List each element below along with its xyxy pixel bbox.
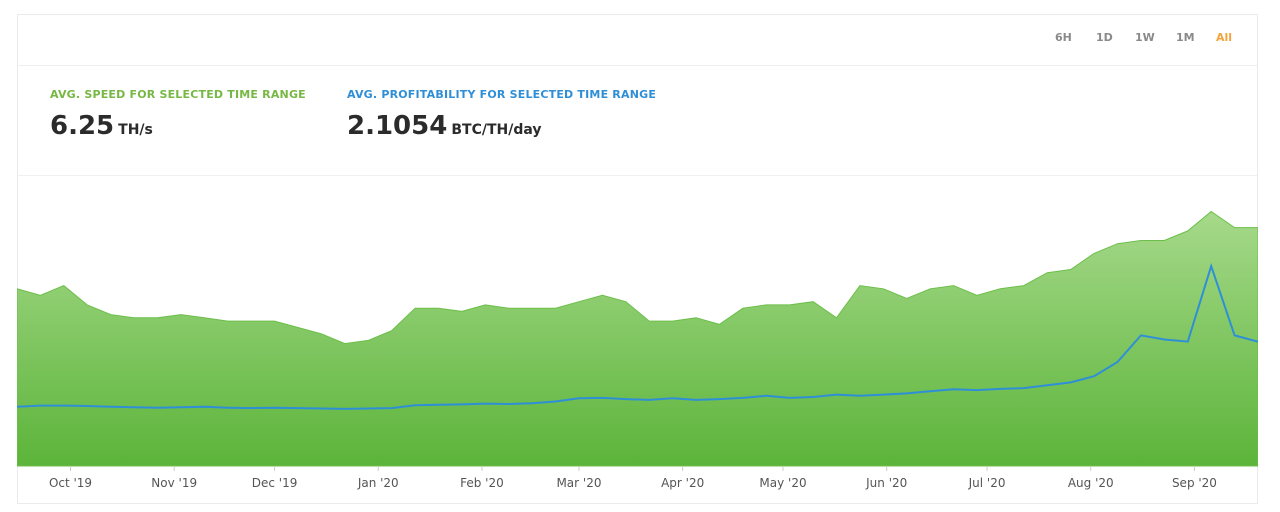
range-button-1d[interactable]: 1D	[1096, 31, 1113, 44]
x-tick-label: Feb '20	[460, 476, 504, 490]
x-tick-label: Jun '20	[865, 476, 907, 490]
hashrate-profitability-chart: Oct '19 Nov '19 Dec '19 Jan '20 Feb '20 Mar '…	[17, 210, 1258, 490]
avg-profitability-unit: BTC/TH/day	[451, 122, 542, 138]
avg-speed-label: AVG. SPEED FOR SELECTED TIME RANGE	[50, 88, 306, 101]
range-button-1m[interactable]: 1M	[1176, 31, 1195, 44]
avg-speed-value: 6.25	[50, 111, 115, 141]
range-button-all[interactable]: All	[1216, 31, 1232, 44]
x-tick-label: Mar '20	[556, 476, 601, 490]
speed-area-series	[17, 210, 1258, 467]
x-tick-label: Aug '20	[1068, 476, 1114, 490]
x-tick-label: Dec '19	[252, 476, 298, 490]
avg-profitability-label: AVG. PROFITABILITY FOR SELECTED TIME RAN…	[347, 88, 657, 101]
x-tick-label: Jul '20	[968, 476, 1006, 490]
range-button-6h[interactable]: 6H	[1055, 31, 1072, 44]
avg-profitability-value: 2.1054	[347, 111, 448, 141]
avg-speed-value-row: 6.25 TH/s	[50, 111, 306, 141]
x-tick-label: Apr '20	[661, 476, 704, 490]
avg-speed-unit: TH/s	[118, 122, 153, 138]
x-tick-label: Nov '19	[151, 476, 197, 490]
range-button-1w[interactable]: 1W	[1135, 31, 1155, 44]
avg-profitability-stat: AVG. PROFITABILITY FOR SELECTED TIME RAN…	[347, 88, 656, 141]
x-tick-label: Oct '19	[49, 476, 92, 490]
time-range-selector: 6H 1D 1W 1M All	[18, 15, 1257, 66]
avg-profitability-value-row: 2.1054 BTC/TH/day	[347, 111, 656, 141]
avg-speed-stat: AVG. SPEED FOR SELECTED TIME RANGE 6.25 T…	[50, 88, 306, 141]
x-tick-label: Sep '20	[1172, 476, 1217, 490]
x-tick-label: May '20	[759, 476, 806, 490]
x-tick-label: Jan '20	[357, 476, 399, 490]
